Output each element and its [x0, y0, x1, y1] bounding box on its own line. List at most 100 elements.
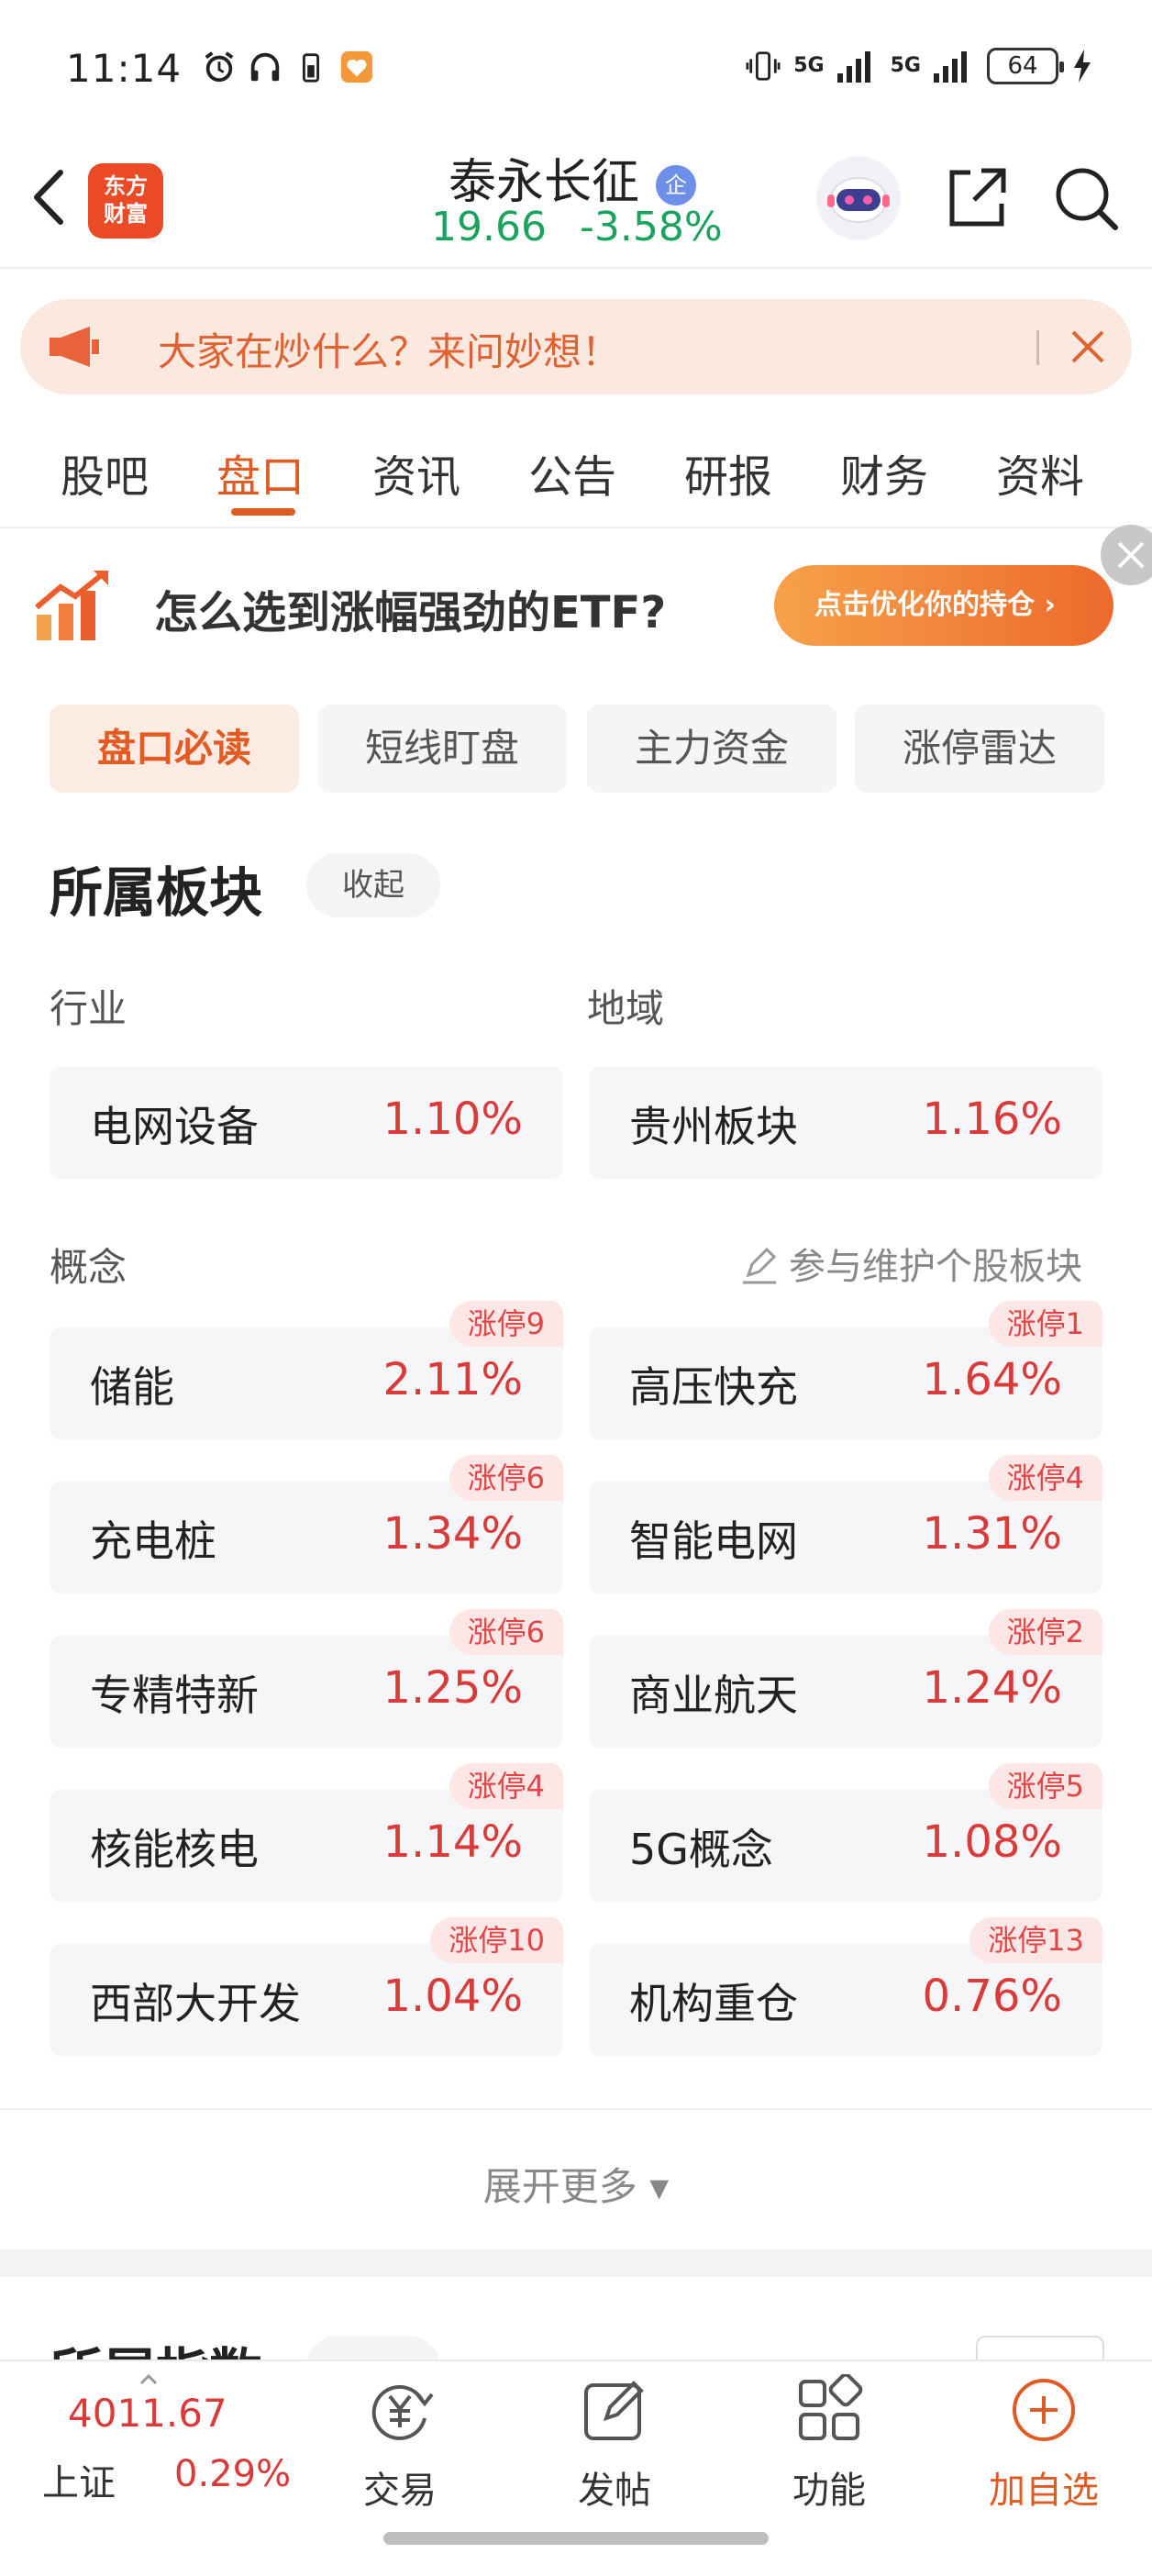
nav-functions[interactable]: 功能	[756, 2374, 903, 2514]
tab-pankou[interactable]: 盘口	[216, 440, 305, 505]
nav-post-label: 发帖	[578, 2470, 651, 2512]
tab-announcements[interactable]: 公告	[528, 440, 616, 505]
index-value[interactable]: 4011.67	[68, 2391, 227, 2436]
concept-card[interactable]: 涨停10 西部大开发 1.04%	[50, 1917, 563, 2057]
concept-card[interactable]: 涨停4 智能电网 1.31%	[589, 1455, 1102, 1594]
close-icon[interactable]	[1066, 325, 1110, 369]
heart-app-icon	[340, 50, 373, 83]
nav-add-watchlist[interactable]: 加自选	[970, 2374, 1117, 2514]
tab-finance[interactable]: 财务	[840, 440, 928, 505]
section-title: 所属板块	[50, 861, 263, 924]
plus-circle-icon	[1013, 2379, 1075, 2441]
limit-up-badge: 涨停9	[449, 1301, 563, 1347]
concept-card[interactable]: 涨停6 专精特新 1.25%	[50, 1609, 563, 1749]
card-name: 西部大开发	[90, 1979, 301, 2028]
concept-card[interactable]: 涨停6 充电桩 1.34%	[50, 1455, 563, 1594]
concept-card[interactable]: 涨停1 高压快充 1.64%	[589, 1301, 1102, 1440]
nav-trade[interactable]: 交易	[327, 2374, 473, 2514]
index-pct[interactable]: 0.29%	[174, 2453, 291, 2495]
notice-divider	[1036, 330, 1039, 365]
region-label: 地域	[587, 986, 665, 1031]
card-pct: 1.08%	[922, 1816, 1062, 1868]
sub-tab-chips: 盘口必读 短线盯盘 主力资金 涨停雷达	[0, 705, 1152, 793]
nav-functions-label: 功能	[792, 2470, 866, 2512]
card-name: 电网设备	[90, 1102, 259, 1151]
grid-icon	[799, 2374, 863, 2440]
expand-more-button[interactable]: 展开更多 ▾	[0, 2156, 1152, 2212]
notice-bar[interactable]: 大家在炒什么？来问妙想！	[20, 299, 1132, 394]
region-card[interactable]: 贵州板块 1.16%	[589, 1066, 1102, 1180]
card-pct: 1.04%	[382, 1971, 523, 2022]
card-name: 储能	[90, 1362, 174, 1412]
etf-banner[interactable]: 怎么选到涨幅强劲的ETF? 点击优化你的持仓 ›	[0, 528, 1152, 675]
concept-card[interactable]: 涨停2 商业航天 1.24%	[589, 1609, 1102, 1749]
edit-icon	[743, 1248, 777, 1284]
limit-up-badge: 涨停10	[430, 1917, 563, 1963]
card-name: 贵州板块	[629, 1102, 798, 1151]
card-pct: 2.11%	[382, 1354, 523, 1405]
caret-up-icon[interactable]	[139, 2374, 158, 2385]
tab-news[interactable]: 资讯	[372, 440, 460, 505]
charging-icon	[1074, 50, 1091, 83]
card-pct: 1.14%	[382, 1816, 523, 1868]
maintain-sectors-link[interactable]: 参与维护个股板块	[741, 1237, 1082, 1290]
notice-text: 大家在炒什么？来问妙想！	[158, 329, 621, 374]
limit-up-badge: 涨停1	[988, 1301, 1102, 1347]
nav-trade-label: 交易	[363, 2470, 437, 2512]
enterprise-badge: 企	[656, 165, 696, 205]
section-divider	[0, 2108, 1152, 2110]
concept-card[interactable]: 涨停4 核能核电 1.14%	[50, 1763, 563, 1903]
industry-label: 行业	[50, 986, 127, 1031]
limit-up-badge: 涨停6	[449, 1455, 563, 1501]
tab-bar: 股吧 盘口 资讯 公告 研报 财务 资料	[0, 413, 1152, 528]
concept-card[interactable]: 涨停5 5G概念 1.08%	[589, 1763, 1102, 1903]
limit-up-badge: 涨停6	[449, 1609, 563, 1655]
card-name: 5G概念	[629, 1825, 773, 1874]
tab-guba[interactable]: 股吧	[61, 440, 149, 505]
megaphone-icon	[50, 327, 99, 367]
alarm-icon	[205, 51, 234, 83]
index-name[interactable]: 上证	[42, 2453, 116, 2506]
card-name: 充电桩	[90, 1516, 216, 1566]
search-icon[interactable]	[1051, 163, 1121, 233]
trade-icon	[371, 2384, 434, 2440]
limit-up-badge: 涨停2	[988, 1609, 1102, 1655]
share-icon[interactable]	[941, 163, 1011, 233]
card-pct: 1.34%	[382, 1508, 523, 1560]
stock-name: 泰永长征	[448, 155, 639, 210]
tab-research[interactable]: 研报	[684, 440, 772, 505]
card-pct: 1.31%	[922, 1508, 1062, 1560]
concept-card[interactable]: 涨停9 储能 2.11%	[50, 1301, 563, 1440]
status-icons	[202, 50, 374, 84]
network-label-2: 5G	[890, 54, 921, 77]
stock-header: 东方 财富 泰永长征企 19.66 -3.58%	[0, 138, 1152, 269]
card-pct: 1.25%	[382, 1662, 523, 1714]
concept-label: 概念	[50, 1245, 127, 1290]
growth-chart-icon	[35, 570, 108, 640]
stock-change-pct: -3.58%	[579, 204, 723, 250]
card-name: 机构重仓	[629, 1979, 798, 2028]
nav-post[interactable]: 发帖	[541, 2374, 688, 2514]
card-pct: 1.24%	[922, 1662, 1062, 1714]
limit-up-badge: 涨停5	[988, 1763, 1102, 1809]
card-pct: 0.76%	[922, 1971, 1062, 2022]
chip-must-read[interactable]: 盘口必读	[50, 705, 299, 793]
chip-short-term[interactable]: 短线盯盘	[317, 705, 567, 793]
card-name: 高压快充	[629, 1362, 798, 1412]
concept-card[interactable]: 涨停13 机构重仓 0.76%	[589, 1917, 1102, 2057]
stock-price: 19.66	[431, 204, 547, 250]
active-tab-underline	[231, 508, 295, 516]
status-bar: 11:14 5G 5G 64	[0, 0, 1152, 138]
collapse-button[interactable]: 收起	[306, 853, 440, 917]
card-name: 核能核电	[90, 1825, 259, 1874]
tab-profile[interactable]: 资料	[996, 440, 1084, 505]
chip-limit-up-radar[interactable]: 涨停雷达	[855, 705, 1104, 793]
industry-card[interactable]: 电网设备 1.10%	[50, 1066, 563, 1180]
optimize-holdings-button[interactable]: 点击优化你的持仓 ›	[774, 565, 1113, 646]
chip-main-funds[interactable]: 主力资金	[587, 705, 836, 793]
etf-banner-text: 怎么选到涨幅强劲的ETF?	[154, 587, 667, 638]
home-indicator[interactable]	[383, 2532, 769, 2545]
robot-assistant-icon[interactable]	[816, 156, 901, 240]
banner-close-icon[interactable]	[1099, 523, 1152, 587]
card-pct: 1.16%	[922, 1094, 1062, 1145]
